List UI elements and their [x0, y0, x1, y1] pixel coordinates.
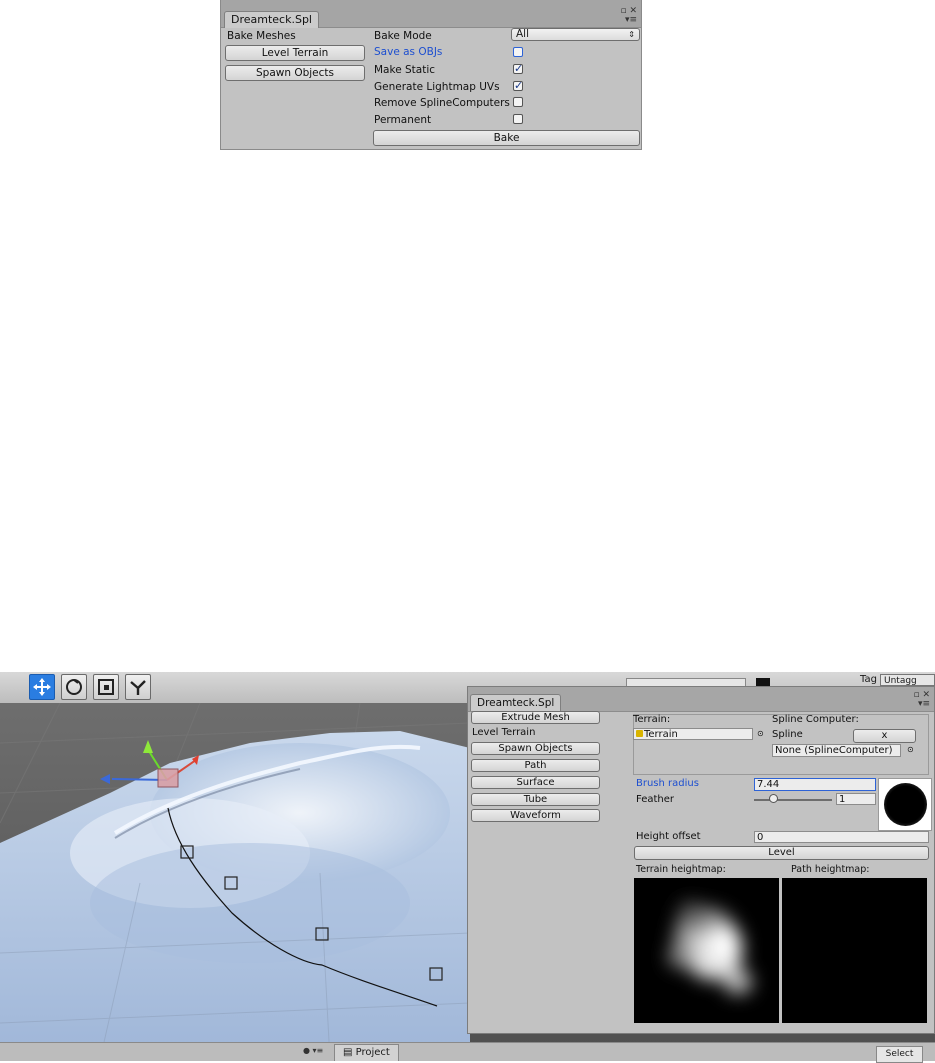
brush-shape — [884, 783, 927, 826]
window-tab-bar: Dreamteck.Spl ▫ ✕ ▾≡ — [221, 0, 641, 28]
window-tab-bar: Dreamteck.Spl ▫ ✕ ▾≡ — [468, 687, 934, 712]
extrude-mesh-button[interactable]: Extrude Mesh — [471, 711, 600, 724]
select-button[interactable]: Select — [876, 1046, 923, 1063]
terrain-label: Terrain: — [633, 714, 671, 725]
tag-label: Tag — [860, 674, 877, 685]
terrain-field-value: Terrain — [644, 729, 678, 740]
bake-mode-label: Bake Mode — [374, 30, 432, 42]
terrain-heightmap-image — [634, 878, 779, 1023]
spawn-objects-button[interactable]: Spawn Objects — [225, 65, 365, 81]
object-picker-icon[interactable]: ⊙ — [907, 745, 914, 754]
current-tool-label: Level Terrain — [472, 727, 536, 738]
bake-button[interactable]: Bake — [373, 130, 640, 146]
generate-lightmap-uvs-label: Generate Lightmap UVs — [374, 81, 500, 93]
terrain-object-field[interactable]: Terrain — [633, 728, 753, 740]
waveform-button[interactable]: Waveform — [471, 809, 600, 822]
brush-preview — [878, 778, 932, 831]
level-button[interactable]: Level — [634, 846, 929, 860]
window-menu-icon[interactable]: ▫ ✕ ▾≡ — [620, 7, 637, 25]
surface-button[interactable]: Surface — [471, 776, 600, 789]
feather-slider-track[interactable] — [754, 799, 832, 801]
path-heightmap-label: Path heightmap: — [791, 864, 870, 875]
section-label: Bake Meshes — [227, 30, 296, 42]
spawn-objects-button[interactable]: Spawn Objects — [471, 742, 600, 755]
tag-dropdown[interactable]: Untagg — [880, 674, 935, 686]
spline-clear-button[interactable]: x — [853, 729, 916, 743]
save-as-objs-label: Save as OBJs — [374, 46, 443, 58]
bake-mode-value: All — [516, 28, 530, 40]
checkmark-icon: ✓ — [514, 79, 524, 92]
terrain-icon — [636, 730, 643, 737]
permanent-label: Permanent — [374, 114, 432, 126]
path-button[interactable]: Path — [471, 759, 600, 772]
terrain-heightmap-label: Terrain heightmap: — [636, 864, 726, 875]
remove-splinecomputers-label: Remove SplineComputers — [374, 97, 510, 109]
editor-bottom-bar: ● ▾≡ ▤ Project Select — [0, 1042, 935, 1063]
level-terrain-window: Dreamteck.Spl ▫ ✕ ▾≡ Extrude Mesh Level T… — [467, 686, 935, 1034]
checkmark-icon: ✓ — [514, 62, 524, 75]
tube-button[interactable]: Tube — [471, 793, 600, 806]
brush-radius-field[interactable]: 7.44 — [754, 778, 876, 791]
window-tab[interactable]: Dreamteck.Spl — [224, 11, 319, 28]
height-offset-field[interactable]: 0 — [754, 831, 929, 843]
remove-splinecomputers-checkbox[interactable] — [513, 97, 523, 107]
feather-field[interactable]: 1 — [836, 793, 876, 805]
feather-slider-thumb[interactable] — [769, 794, 778, 803]
lock-icon[interactable]: ● ▾≡ — [303, 1046, 323, 1055]
project-tab[interactable]: ▤ Project — [334, 1044, 399, 1061]
make-static-checkbox[interactable]: ✓ — [513, 62, 524, 75]
spline-computer-label: Spline Computer: — [772, 714, 859, 725]
height-offset-label: Height offset — [636, 831, 701, 842]
level-terrain-button[interactable]: Level Terrain — [225, 45, 365, 61]
window-tab[interactable]: Dreamteck.Spl — [470, 694, 562, 711]
dropdown-arrow-icon: ⇕ — [628, 30, 635, 39]
save-as-objs-checkbox[interactable] — [513, 47, 523, 57]
window-menu-icon[interactable]: ▫ ✕ ▾≡ — [913, 691, 930, 709]
project-tab-label: Project — [355, 1047, 390, 1058]
make-static-label: Make Static — [374, 64, 436, 76]
move-tool-icon[interactable] — [29, 674, 55, 700]
feather-label: Feather — [636, 794, 675, 805]
folder-icon: ▤ — [343, 1047, 353, 1058]
brush-radius-label: Brush radius — [636, 778, 699, 789]
spline-object-field[interactable]: None (SplineComputer) — [772, 744, 901, 757]
scale-tool-icon[interactable] — [93, 674, 119, 700]
bake-mode-select[interactable]: All ⇕ — [511, 28, 640, 41]
spline-tools-window: Dreamteck.Spl ▫ ✕ ▾≡ Bake Meshes Level Te… — [220, 0, 642, 150]
rotate-tool-icon[interactable] — [61, 674, 87, 700]
path-heightmap-image — [782, 878, 927, 1023]
generate-lightmap-uvs-checkbox[interactable]: ✓ — [513, 79, 524, 92]
permanent-checkbox[interactable] — [513, 114, 523, 124]
spline-label: Spline — [772, 729, 803, 740]
object-picker-icon[interactable]: ⊙ — [757, 729, 764, 738]
spline-tool-icon[interactable] — [125, 674, 151, 700]
